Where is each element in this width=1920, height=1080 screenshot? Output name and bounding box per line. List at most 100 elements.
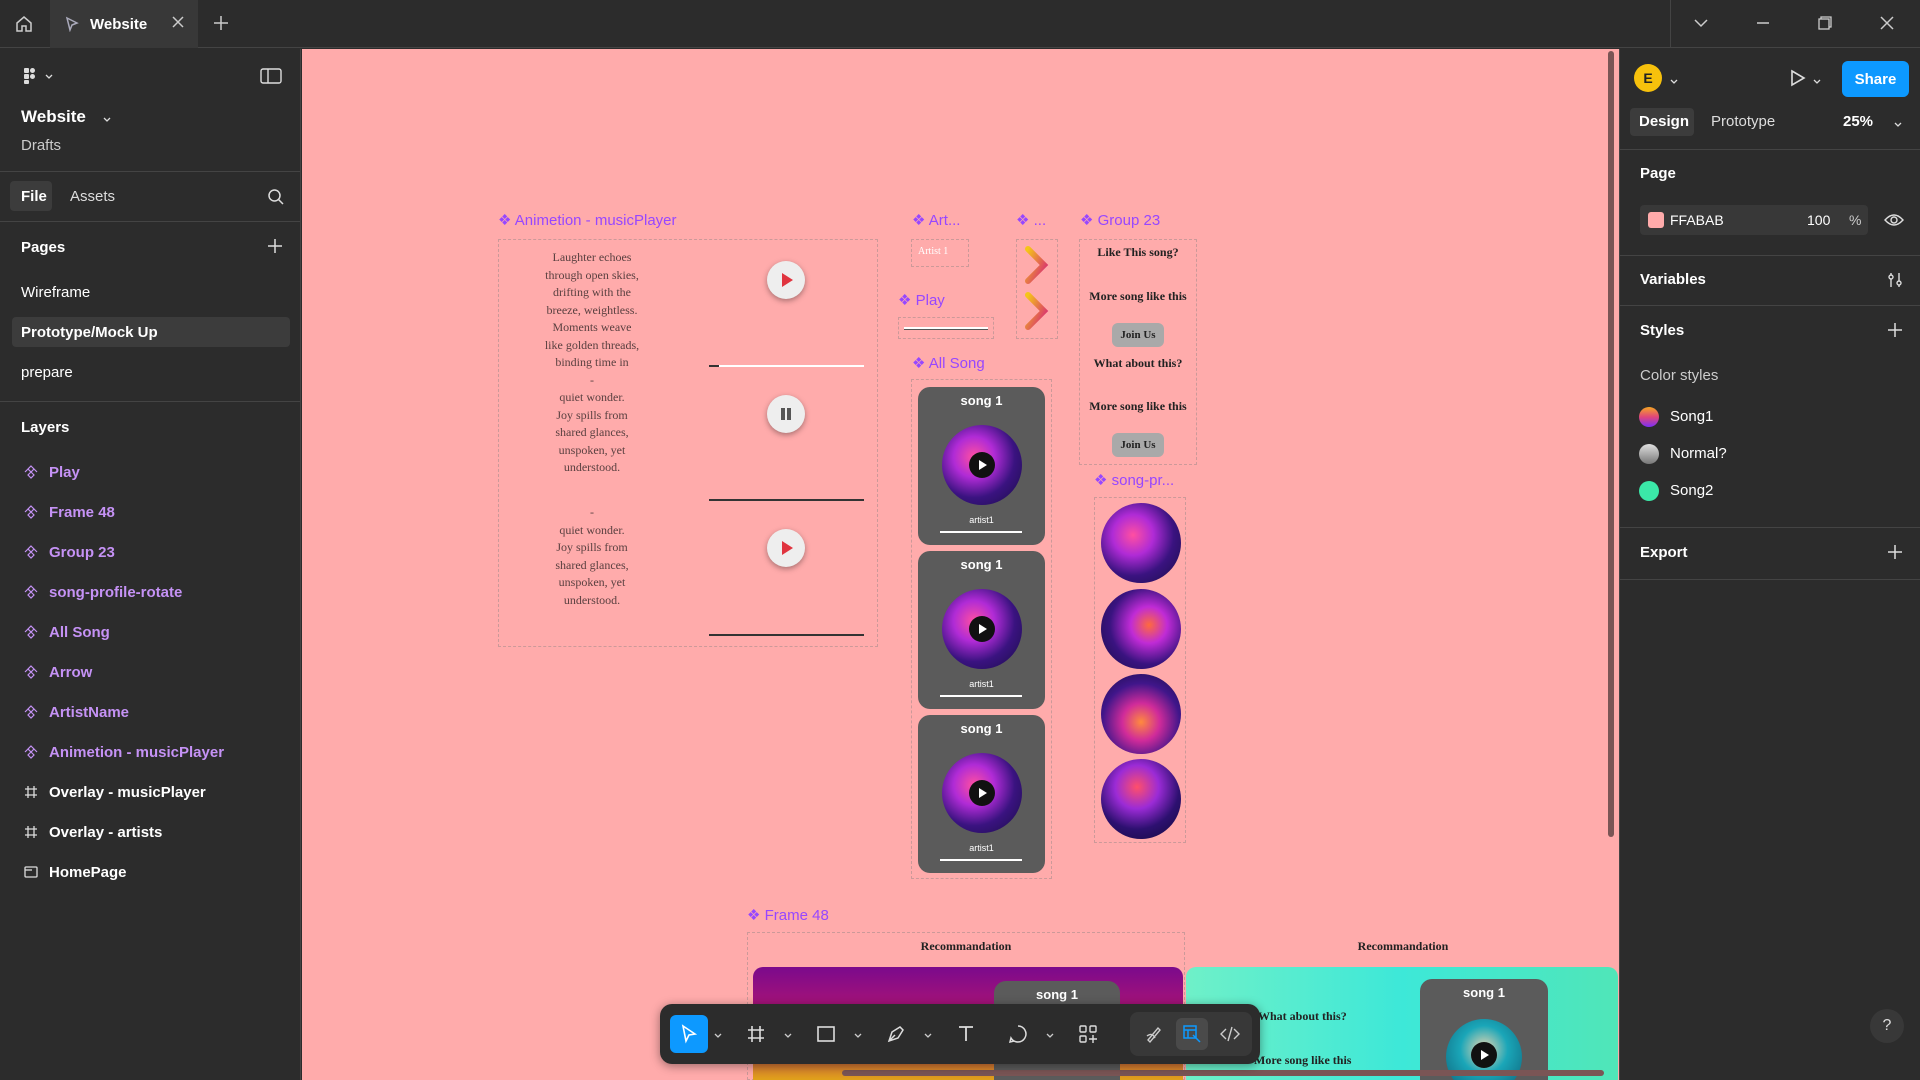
main-menu-button[interactable]: [22, 67, 56, 90]
add-style-icon[interactable]: [1886, 321, 1904, 344]
pen-tool-button[interactable]: [880, 1018, 912, 1050]
layer-animetion-musicplayer[interactable]: Animetion - musicPlayer: [22, 734, 224, 770]
pause-button[interactable]: [767, 395, 805, 433]
home-icon[interactable]: [8, 8, 40, 40]
file-tab[interactable]: Website: [50, 0, 198, 48]
chevron-down-icon[interactable]: [713, 1028, 723, 1046]
progress-track[interactable]: [709, 634, 864, 636]
page-item-prototype[interactable]: Prototype/Mock Up: [12, 317, 290, 347]
restore-icon[interactable]: [1816, 14, 1834, 32]
frame-tool-button[interactable]: [740, 1018, 772, 1050]
progress-track[interactable]: [709, 499, 864, 501]
poem-line: -: [590, 372, 594, 387]
group-23-frame[interactable]: [1079, 239, 1197, 465]
page-color-hex[interactable]: FFABAB: [1670, 212, 1724, 228]
variables-settings-icon[interactable]: [1886, 271, 1904, 294]
song-card[interactable]: song 1 artist1: [918, 387, 1045, 545]
poem-line: understood.: [563, 592, 621, 607]
design-canvas[interactable]: ❖ Animetion - musicPlayer Laughter echoe…: [302, 49, 1619, 1080]
help-icon[interactable]: ?: [1870, 1009, 1904, 1043]
chevron-down-icon[interactable]: [1669, 74, 1679, 92]
avatar[interactable]: E: [1634, 64, 1662, 92]
add-export-icon[interactable]: [1886, 543, 1904, 566]
add-page-icon[interactable]: [266, 237, 284, 260]
layer-song-profile-rotate[interactable]: song-profile-rotate: [22, 574, 182, 610]
color-style-normal[interactable]: Normal?: [1670, 445, 1727, 462]
shape-tool-button[interactable]: [810, 1018, 842, 1050]
actions-button[interactable]: [1072, 1018, 1104, 1050]
comment-tool-button[interactable]: [1002, 1018, 1034, 1050]
label-arrow[interactable]: ❖ ...: [1016, 211, 1046, 229]
file-location[interactable]: Drafts: [21, 137, 61, 154]
label-all-song[interactable]: ❖ All Song: [912, 354, 985, 372]
page-item-prepare[interactable]: prepare: [12, 357, 290, 387]
page-item-wireframe[interactable]: Wireframe: [12, 277, 290, 307]
join-us-button[interactable]: Join Us: [1112, 323, 1164, 347]
vertical-scrollbar[interactable]: [1608, 51, 1614, 837]
chevron-down-icon[interactable]: [923, 1028, 933, 1046]
label-group-23[interactable]: ❖ Group 23: [1080, 211, 1160, 229]
divider: [1620, 305, 1920, 306]
color-style-song1[interactable]: Song1: [1670, 408, 1713, 425]
poem-line: through open skies,: [545, 267, 639, 282]
layer-play[interactable]: Play: [22, 454, 80, 490]
chevron-down-icon[interactable]: [853, 1028, 863, 1046]
close-tab-icon[interactable]: [170, 14, 186, 34]
song-card[interactable]: song 1: [1420, 979, 1548, 1080]
join-us-button[interactable]: Join Us: [1112, 433, 1164, 457]
eye-icon[interactable]: [1884, 212, 1904, 233]
label-frame-48[interactable]: ❖ Frame 48: [747, 906, 829, 924]
label-play[interactable]: ❖ Play: [898, 291, 945, 309]
label-text: Art...: [928, 212, 961, 229]
text-tool-button[interactable]: [950, 1018, 982, 1050]
chevron-down-icon[interactable]: [1045, 1028, 1055, 1046]
share-button[interactable]: Share: [1842, 61, 1909, 97]
new-tab-icon[interactable]: [210, 12, 232, 39]
play-icon: [782, 541, 793, 555]
color-style-song2[interactable]: Song2: [1670, 482, 1713, 499]
zoom-level[interactable]: 25%: [1843, 113, 1873, 130]
search-icon[interactable]: [267, 188, 285, 211]
play-button[interactable]: [767, 529, 805, 567]
layer-group-23[interactable]: Group 23: [22, 534, 115, 570]
play-icon[interactable]: [969, 452, 995, 478]
design-mode-button[interactable]: [1176, 1018, 1208, 1050]
layer-artistname[interactable]: ArtistName: [22, 694, 129, 730]
play-icon[interactable]: [969, 780, 995, 806]
tab-prototype[interactable]: Prototype: [1711, 113, 1775, 130]
chevron-down-icon[interactable]: [783, 1028, 793, 1046]
horizontal-scrollbar[interactable]: [842, 1070, 1604, 1076]
color-swatch[interactable]: [1648, 212, 1664, 228]
layer-arrow[interactable]: Arrow: [22, 654, 92, 690]
present-icon[interactable]: [1787, 68, 1807, 93]
progress-track[interactable]: [709, 365, 864, 367]
chevron-down-icon[interactable]: [1692, 14, 1710, 32]
chevron-down-icon[interactable]: [1893, 117, 1903, 135]
layer-frame-48[interactable]: Frame 48: [22, 494, 115, 530]
layer-homepage[interactable]: HomePage: [22, 854, 127, 890]
move-tool-button[interactable]: [670, 1015, 708, 1053]
tab-assets[interactable]: Assets: [70, 188, 115, 205]
chevron-down-icon[interactable]: [1812, 74, 1822, 92]
label-artistname[interactable]: ❖ Art...: [912, 211, 960, 229]
prompt-text: More song like this: [1089, 289, 1187, 303]
song-card[interactable]: song 1 artist1: [918, 715, 1045, 873]
song-card[interactable]: song 1 artist1: [918, 551, 1045, 709]
file-name[interactable]: Website: [21, 107, 86, 127]
layer-overlay-artists[interactable]: Overlay - artists: [22, 814, 162, 850]
page-opacity[interactable]: 100: [1807, 212, 1830, 228]
layer-all-song[interactable]: All Song: [22, 614, 110, 650]
close-window-icon[interactable]: [1878, 14, 1896, 32]
chevron-down-icon[interactable]: [102, 112, 112, 130]
layer-overlay-musicplayer[interactable]: Overlay - musicPlayer: [22, 774, 206, 810]
play-icon[interactable]: [1471, 1042, 1497, 1068]
play-button[interactable]: [767, 261, 805, 299]
toggle-sidebar-icon[interactable]: [260, 67, 282, 90]
play-icon[interactable]: [969, 616, 995, 642]
label-animetion-musicplayer[interactable]: ❖ Animetion - musicPlayer: [498, 211, 677, 229]
draw-mode-button[interactable]: [1138, 1018, 1170, 1050]
label-song-profile-rotate[interactable]: ❖ song-pr...: [1094, 471, 1174, 489]
minimize-icon[interactable]: [1754, 14, 1772, 32]
chevron-right-icon: [1025, 246, 1049, 330]
dev-mode-button[interactable]: [1214, 1018, 1246, 1050]
